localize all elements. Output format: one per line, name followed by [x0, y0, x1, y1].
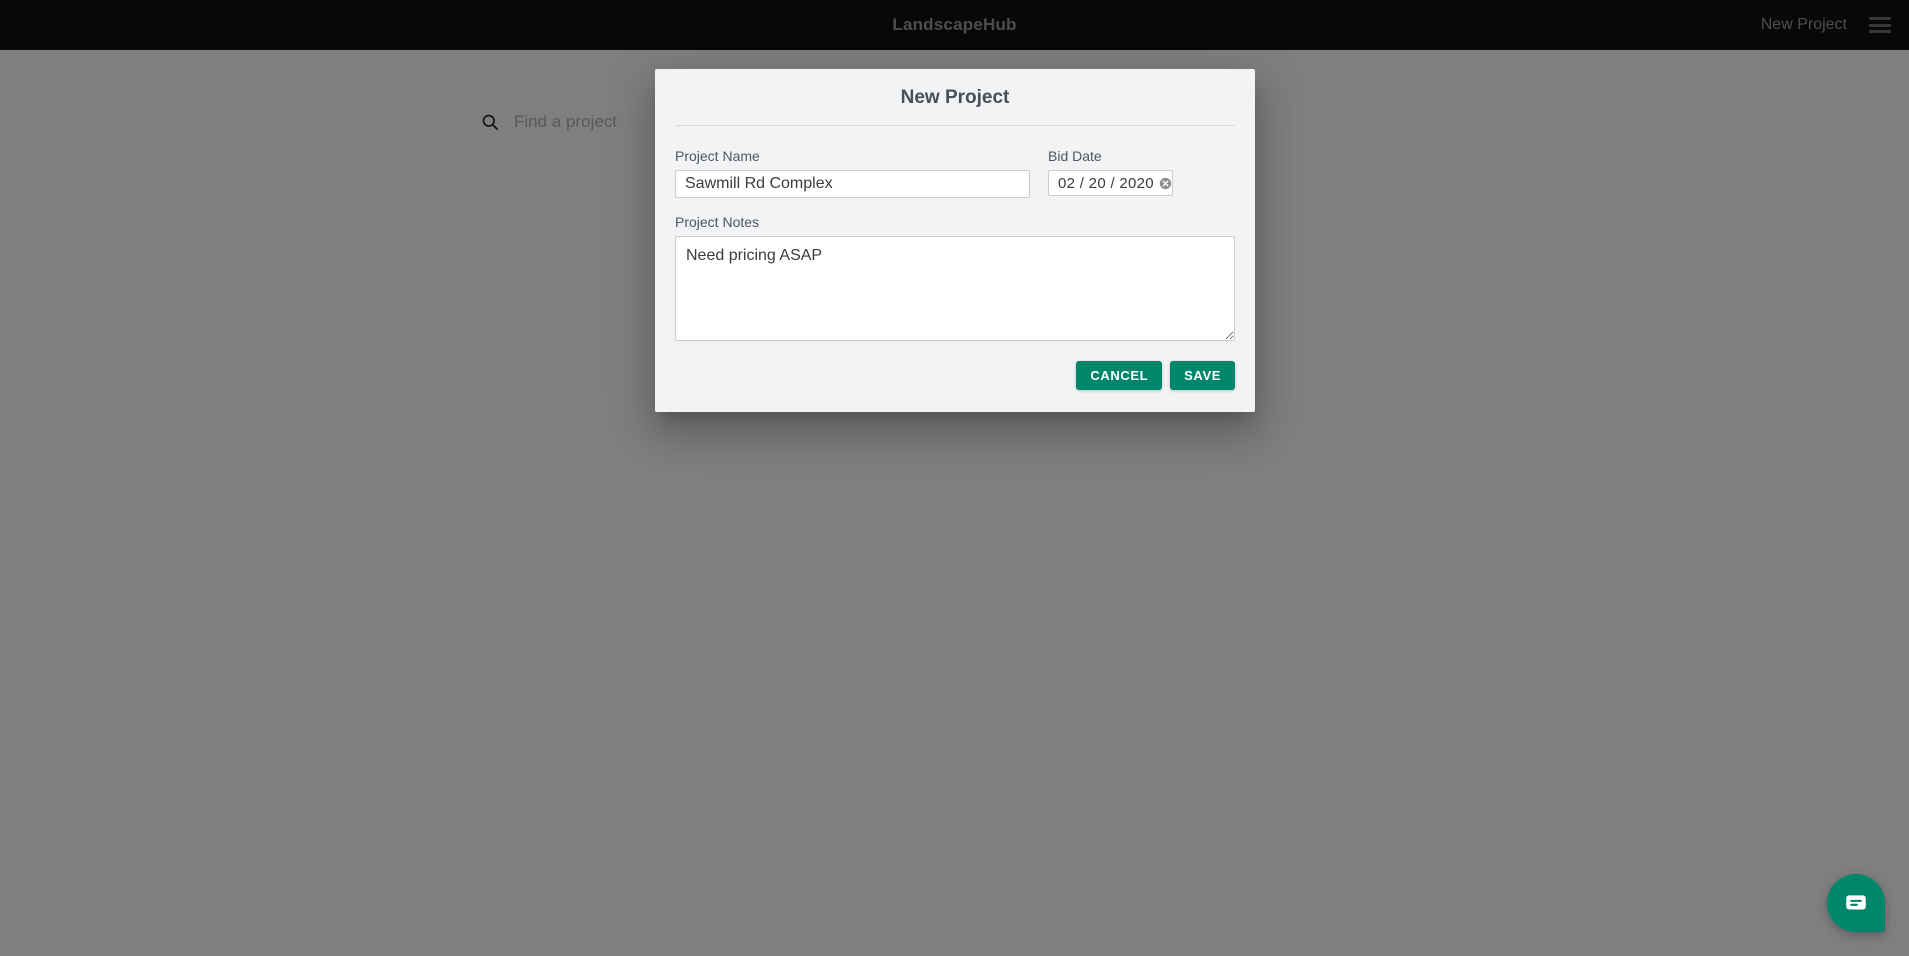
bid-date-value: 02 / 20 / 2020 [1058, 174, 1154, 192]
project-notes-textarea[interactable] [675, 236, 1235, 341]
field-row-top: Project Name Bid Date 02 / 20 / 2020 [675, 148, 1235, 198]
new-project-dialog: New Project Project Name Bid Date 02 / 2… [655, 69, 1255, 412]
dialog-body: Project Name Bid Date 02 / 20 / 2020 Pro… [655, 126, 1255, 341]
project-notes-field-group: Project Notes [675, 214, 1235, 341]
bid-date-label: Bid Date [1048, 148, 1102, 164]
project-name-input[interactable] [675, 170, 1030, 198]
clear-circle-icon[interactable] [1159, 177, 1172, 190]
dialog-title: New Project [900, 87, 1010, 108]
chat-launcher-button[interactable] [1827, 874, 1885, 932]
bid-date-field-group: Bid Date 02 / 20 / 2020 [1048, 148, 1193, 196]
save-button[interactable]: SAVE [1170, 361, 1235, 390]
project-notes-label: Project Notes [675, 214, 760, 230]
dialog-action-bar: CANCEL SAVE [655, 341, 1255, 412]
project-name-label: Project Name [675, 148, 760, 164]
project-name-field-group: Project Name [675, 148, 1030, 198]
bid-date-input[interactable]: 02 / 20 / 2020 [1048, 170, 1173, 196]
cancel-button[interactable]: CANCEL [1076, 361, 1163, 390]
chat-bubble-icon [1846, 895, 1866, 910]
